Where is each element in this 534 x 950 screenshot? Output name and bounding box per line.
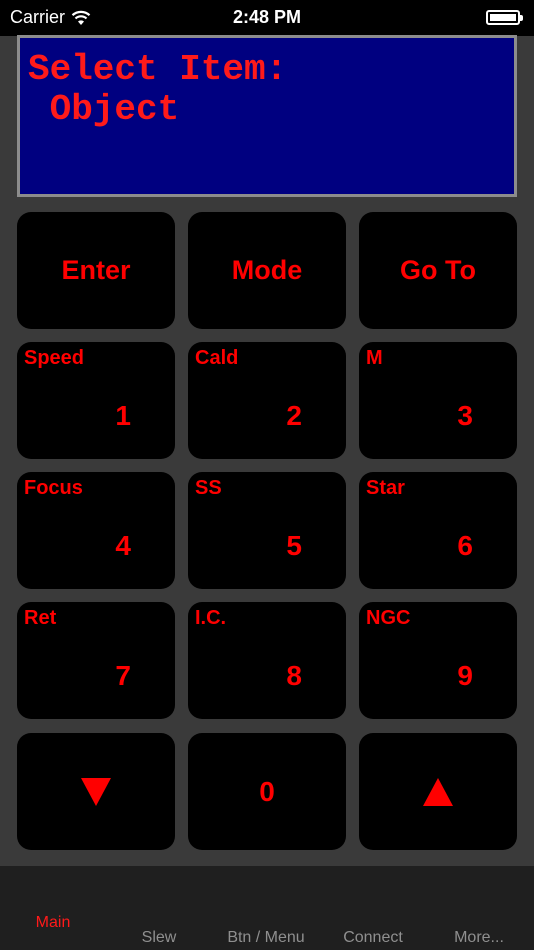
key-label: Speed bbox=[24, 347, 85, 369]
key-4-focus[interactable]: Focus 4 bbox=[17, 472, 175, 589]
tab-btn-menu[interactable]: Btn / Menu bbox=[213, 929, 319, 947]
mode-button[interactable]: Mode bbox=[188, 212, 346, 329]
triangle-up-icon bbox=[423, 777, 453, 806]
display-line-1: Select Item: bbox=[28, 49, 288, 90]
key-label: SS bbox=[195, 477, 222, 499]
status-bar: Carrier 2:48 PM bbox=[0, 0, 534, 36]
status-time: 2:48 PM bbox=[232, 7, 302, 27]
enter-label: Enter bbox=[61, 255, 131, 285]
tab-more[interactable]: More... bbox=[426, 929, 532, 947]
key-9-ngc[interactable]: NGC 9 bbox=[359, 602, 517, 719]
key-digit: 7 bbox=[115, 660, 131, 691]
key-digit: 1 bbox=[115, 400, 131, 431]
key-8-ic[interactable]: I.C. 8 bbox=[188, 602, 346, 719]
key-label: Cald bbox=[195, 347, 239, 369]
enter-button[interactable]: Enter bbox=[17, 212, 175, 329]
scroll-up-button[interactable] bbox=[359, 733, 517, 850]
key-3-m[interactable]: M 3 bbox=[359, 342, 517, 459]
key-digit: 6 bbox=[457, 530, 473, 561]
key-label: Focus bbox=[24, 477, 83, 499]
key-label: Ret bbox=[24, 607, 57, 629]
key-digit: 9 bbox=[457, 660, 473, 691]
key-digit: 3 bbox=[457, 400, 473, 431]
key-1-speed[interactable]: Speed 1 bbox=[17, 342, 175, 459]
goto-label: Go To bbox=[400, 255, 476, 285]
key-label: NGC bbox=[366, 607, 411, 629]
tab-connect[interactable]: Connect bbox=[320, 929, 426, 947]
key-digit: 0 bbox=[259, 775, 275, 807]
scroll-down-button[interactable] bbox=[17, 733, 175, 850]
triangle-down-icon bbox=[81, 777, 111, 806]
tab-bar: Main Slew Btn / Menu Connect More... bbox=[0, 866, 534, 950]
key-label: M bbox=[366, 347, 383, 369]
key-2-cald[interactable]: Cald 2 bbox=[188, 342, 346, 459]
key-0[interactable]: 0 bbox=[188, 733, 346, 850]
battery-icon bbox=[486, 10, 523, 25]
tab-slew[interactable]: Slew bbox=[106, 929, 212, 947]
key-7-ret[interactable]: Ret 7 bbox=[17, 602, 175, 719]
tab-main[interactable]: Main bbox=[0, 914, 106, 932]
key-digit: 2 bbox=[286, 400, 302, 431]
goto-button[interactable]: Go To bbox=[359, 212, 517, 329]
key-digit: 4 bbox=[115, 530, 131, 561]
display-line-2: Object bbox=[28, 89, 180, 130]
key-label: Star bbox=[366, 477, 405, 499]
key-digit: 5 bbox=[286, 530, 302, 561]
key-6-star[interactable]: Star 6 bbox=[359, 472, 517, 589]
key-label: I.C. bbox=[195, 607, 227, 629]
key-digit: 8 bbox=[286, 660, 302, 691]
lcd-display: Select Item: Object bbox=[17, 35, 517, 197]
key-5-ss[interactable]: SS 5 bbox=[188, 472, 346, 589]
mode-label: Mode bbox=[231, 255, 303, 285]
